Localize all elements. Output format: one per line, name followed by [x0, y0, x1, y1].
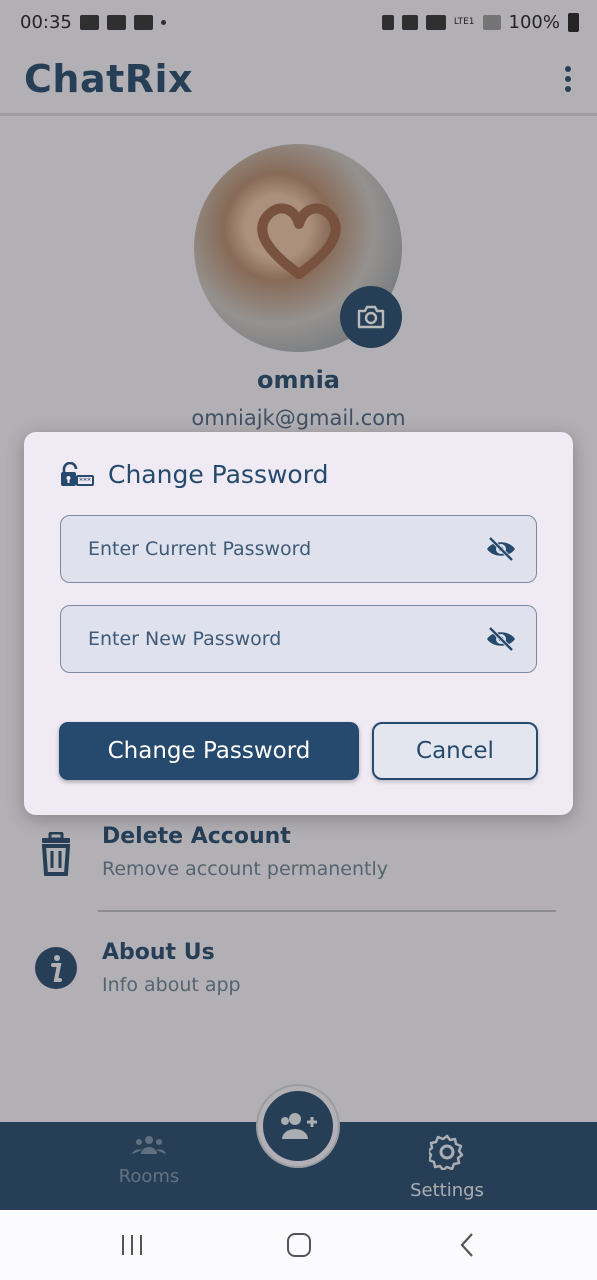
system-navigation-bar: [0, 1210, 597, 1280]
lock-key-icon: ***: [61, 461, 94, 486]
home-icon: [287, 1233, 311, 1257]
recent-apps-button[interactable]: [112, 1230, 152, 1260]
back-icon: [460, 1233, 473, 1257]
back-button[interactable]: [447, 1230, 487, 1260]
toggle-current-password-visibility[interactable]: [484, 534, 518, 564]
cancel-button[interactable]: Cancel: [372, 722, 538, 780]
toggle-new-password-visibility[interactable]: [484, 624, 518, 654]
new-password-input[interactable]: [88, 628, 484, 650]
dialog-title: Change Password: [108, 460, 329, 489]
change-password-button[interactable]: Change Password: [59, 722, 359, 780]
change-password-dialog: *** Change Password Change Password Canc…: [24, 432, 573, 815]
home-button[interactable]: [279, 1230, 319, 1260]
new-password-field[interactable]: [60, 605, 537, 673]
current-password-field[interactable]: [60, 515, 537, 583]
eye-off-icon: [487, 626, 515, 652]
dialog-header: *** Change Password: [60, 460, 328, 489]
recent-apps-icon: [122, 1235, 142, 1255]
current-password-input[interactable]: [88, 538, 484, 560]
svg-text:***: ***: [79, 476, 91, 485]
eye-off-icon: [487, 536, 515, 562]
